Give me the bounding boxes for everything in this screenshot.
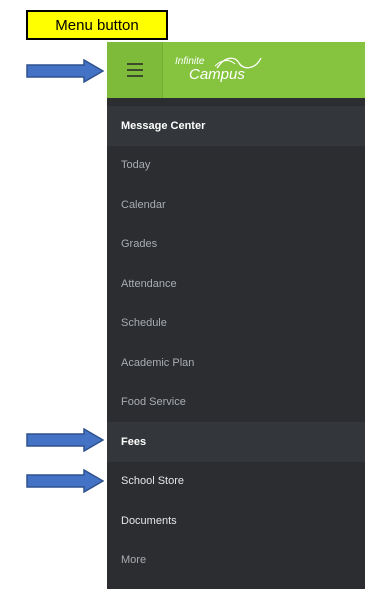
nav-item-school-store[interactable]: School Store	[107, 462, 365, 502]
nav-item-food-service[interactable]: Food Service	[107, 383, 365, 423]
arrow-to-school-store-icon	[26, 469, 104, 493]
callout-text: Menu button	[55, 16, 139, 34]
nav-item-grades[interactable]: Grades	[107, 225, 365, 265]
nav-item-attendance[interactable]: Attendance	[107, 264, 365, 304]
nav-item-more[interactable]: More	[107, 541, 365, 581]
nav-item-schedule[interactable]: Schedule	[107, 304, 365, 344]
nav-item-calendar[interactable]: Calendar	[107, 185, 365, 225]
arrow-to-fees-icon	[26, 428, 104, 452]
menu-button[interactable]	[107, 42, 163, 98]
logo-line-2: Campus	[189, 66, 245, 83]
arrow-to-menu-icon	[26, 59, 104, 83]
menu-button-callout: Menu button	[26, 10, 168, 40]
nav-item-fees[interactable]: Fees	[107, 422, 365, 462]
nav-item-today[interactable]: Today	[107, 146, 365, 186]
sidebar-nav: Message Center Today Calendar Grades Att…	[107, 106, 365, 580]
nav-item-academic-plan[interactable]: Academic Plan	[107, 343, 365, 383]
infinite-campus-app: Infinite Campus Message Center Today Cal…	[107, 42, 365, 589]
top-bar: Infinite Campus	[107, 42, 365, 98]
hamburger-icon	[126, 63, 143, 77]
nav-item-message-center[interactable]: Message Center	[107, 106, 365, 146]
screenshot-stage: Menu button Infinite Campus Message Cent…	[0, 0, 365, 589]
nav-item-documents[interactable]: Documents	[107, 501, 365, 541]
infinite-campus-logo: Infinite Campus	[175, 54, 295, 86]
